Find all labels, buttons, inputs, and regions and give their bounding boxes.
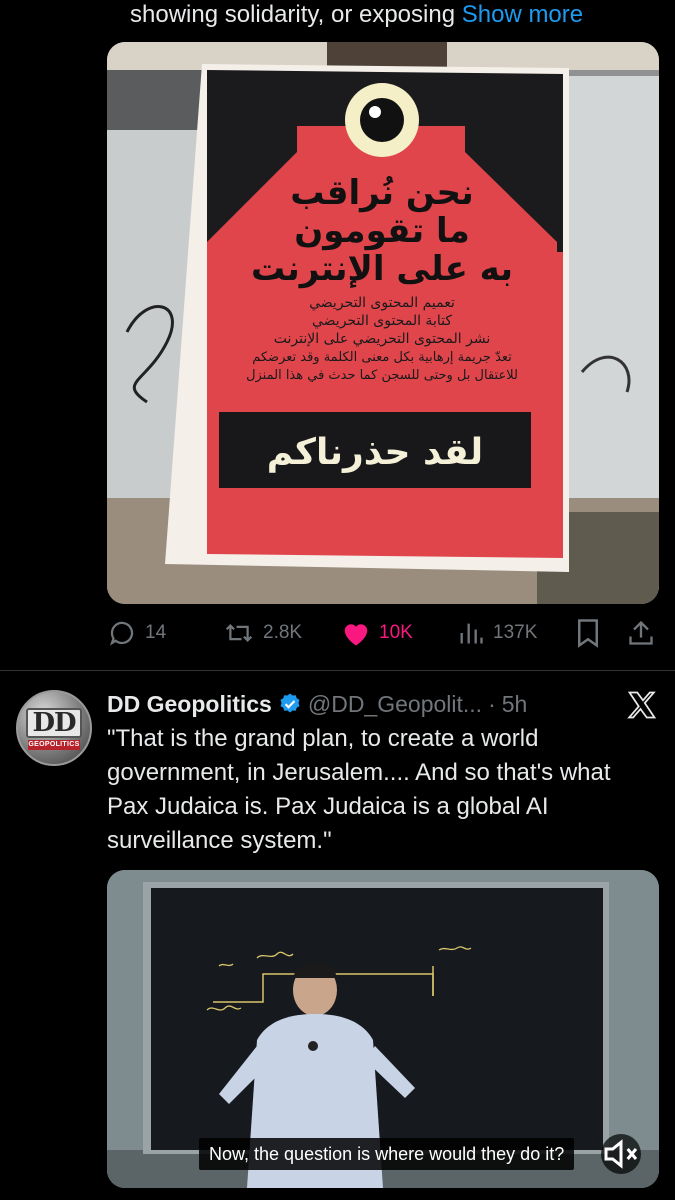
video-caption: Now, the question is where would they do…	[199, 1138, 575, 1170]
show-more-link[interactable]: Show more	[462, 1, 583, 28]
tweet-text-tail: showing solidarity, or exposing Show mor…	[130, 0, 670, 30]
reply-button[interactable]: 14	[107, 616, 166, 650]
repost-icon	[225, 624, 253, 642]
avatar-logo-subtitle: GEOPOLITICS	[28, 740, 80, 750]
tweet-actions: 14 2.8K 10K 137K	[107, 616, 659, 650]
x-logo-icon[interactable]	[626, 690, 658, 720]
mute-icon	[604, 1139, 638, 1169]
separator-dot: ·	[488, 690, 496, 717]
poster-headline-2: ما تقومون	[294, 211, 470, 251]
poster-body-1: تعميم المحتوى التحريضي	[309, 295, 455, 311]
tweet-text: "That is the grand plan, to create a wor…	[107, 725, 611, 854]
poster-body-2: كتابة المحتوى التحريضي	[312, 313, 452, 329]
poster-body-4: تعدّ جريمة إرهابية بكل معنى الكلمة وقد ت…	[252, 350, 512, 365]
avatar[interactable]: DD GEOPOLITICS	[16, 690, 92, 766]
poster-photo: نحن نُراقب ما تقومون به على الإنترنت تعم…	[107, 42, 659, 604]
repost-count: 2.8K	[263, 622, 303, 643]
views-icon	[460, 623, 483, 644]
author-handle[interactable]: @DD_Geopolit...	[308, 691, 482, 718]
verified-badge-icon	[280, 693, 300, 713]
reply-icon	[109, 621, 134, 646]
bookmark-icon	[578, 619, 598, 648]
poster-headline-3: به على الإنترنت	[251, 249, 513, 289]
like-count: 10K	[379, 622, 413, 643]
tweet-header: DD Geopolitics @DD_Geopolit... · 5h	[107, 688, 527, 720]
mute-button[interactable]	[601, 1134, 641, 1174]
poster-body-5: للاعتقال بل وحتى للسجن كما حدث في هذا ال…	[246, 368, 518, 383]
poster-headline-1: نحن نُراقب	[290, 173, 474, 213]
heart-icon	[344, 624, 368, 646]
views-count: 137K	[493, 622, 538, 643]
tweet-video[interactable]: Now, the question is where would they do…	[107, 870, 659, 1188]
repost-button[interactable]: 2.8K	[223, 616, 302, 650]
tweet-divider	[0, 670, 675, 671]
poster-body-3: نشر المحتوى التحريضي على الإنترنت	[274, 331, 490, 347]
poster-banner: لقد حذرناكم	[267, 432, 483, 473]
share-icon	[629, 620, 653, 645]
views-button[interactable]: 137K	[457, 616, 537, 650]
reply-count: 14	[145, 622, 167, 643]
tweet-text: showing solidarity, or exposing	[130, 1, 456, 28]
tweet-photo[interactable]: نحن نُراقب ما تقومون به على الإنترنت تعم…	[107, 42, 659, 604]
like-button[interactable]: 10K	[341, 616, 413, 650]
author-name[interactable]: DD Geopolitics	[107, 691, 272, 718]
bookmark-button[interactable]	[575, 616, 601, 650]
feed: showing solidarity, or exposing Show mor…	[0, 0, 675, 1200]
share-button[interactable]	[627, 616, 655, 650]
timestamp[interactable]: 5h	[502, 691, 528, 718]
avatar-logo-letters: DD	[26, 708, 82, 738]
